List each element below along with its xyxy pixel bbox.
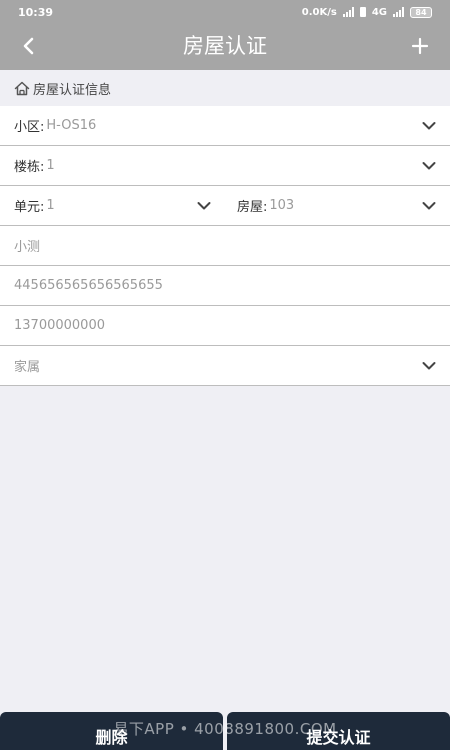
chevron-down-icon	[422, 162, 436, 170]
unit-value: 1	[46, 198, 55, 213]
plus-icon	[411, 37, 429, 55]
relation-value: 家属	[14, 360, 41, 375]
network-speed: 0.0K/s	[301, 6, 337, 18]
battery-icon: 84	[410, 6, 432, 18]
home-icon	[14, 81, 30, 95]
chevron-down-icon	[422, 362, 436, 370]
id-number-value: 445656565656565655	[14, 278, 163, 293]
submit-button[interactable]: 提交认证	[227, 712, 450, 750]
id-number-field[interactable]: 445656565656565655	[0, 266, 450, 306]
house-auth-form: 小区: H-OS16 楼栋: 1 单元: 1 房屋: 103 小测 445656…	[0, 106, 450, 386]
section-header: 房屋认证信息	[0, 70, 450, 106]
phone-field[interactable]: 13700000000	[0, 306, 450, 346]
status-icons: 0.0K/s 4G 84	[301, 6, 432, 18]
house-select[interactable]: 房屋: 103	[225, 186, 450, 225]
network-type: 4G	[371, 6, 387, 18]
chevron-down-icon	[422, 202, 436, 210]
chevron-down-icon	[422, 122, 436, 130]
nav-bar: 房屋认证	[0, 24, 450, 70]
phone-value: 13700000000	[14, 318, 105, 333]
name-field[interactable]: 小测	[0, 226, 450, 266]
add-button[interactable]	[406, 32, 434, 60]
page-title: 房屋认证	[183, 34, 267, 58]
community-value: H-OS16	[46, 118, 97, 133]
unit-select[interactable]: 单元: 1	[0, 186, 225, 225]
signal-icon	[342, 7, 354, 17]
bottom-action-bar: 删除 提交认证	[0, 712, 450, 750]
house-value: 103	[269, 198, 295, 213]
relation-select[interactable]: 家属	[0, 346, 450, 386]
building-label: 楼栋:	[14, 160, 45, 175]
status-time: 10:39	[18, 5, 54, 19]
delete-button[interactable]: 删除	[0, 712, 223, 750]
section-title: 房屋认证信息	[33, 82, 112, 98]
community-select[interactable]: 小区: H-OS16	[0, 106, 450, 146]
unit-house-row: 单元: 1 房屋: 103	[0, 186, 450, 226]
name-value: 小测	[14, 240, 41, 255]
chevron-down-icon	[197, 202, 211, 210]
house-label: 房屋:	[237, 200, 268, 215]
app-header: 10:39 0.0K/s 4G 84 房屋认证	[0, 0, 450, 70]
community-label: 小区:	[14, 120, 45, 135]
hd-icon	[359, 7, 366, 17]
status-bar: 10:39 0.0K/s 4G 84	[0, 0, 450, 24]
signal-icon-2	[393, 7, 404, 17]
unit-label: 单元:	[14, 200, 45, 215]
building-select[interactable]: 楼栋: 1	[0, 146, 450, 186]
building-value: 1	[46, 158, 55, 173]
